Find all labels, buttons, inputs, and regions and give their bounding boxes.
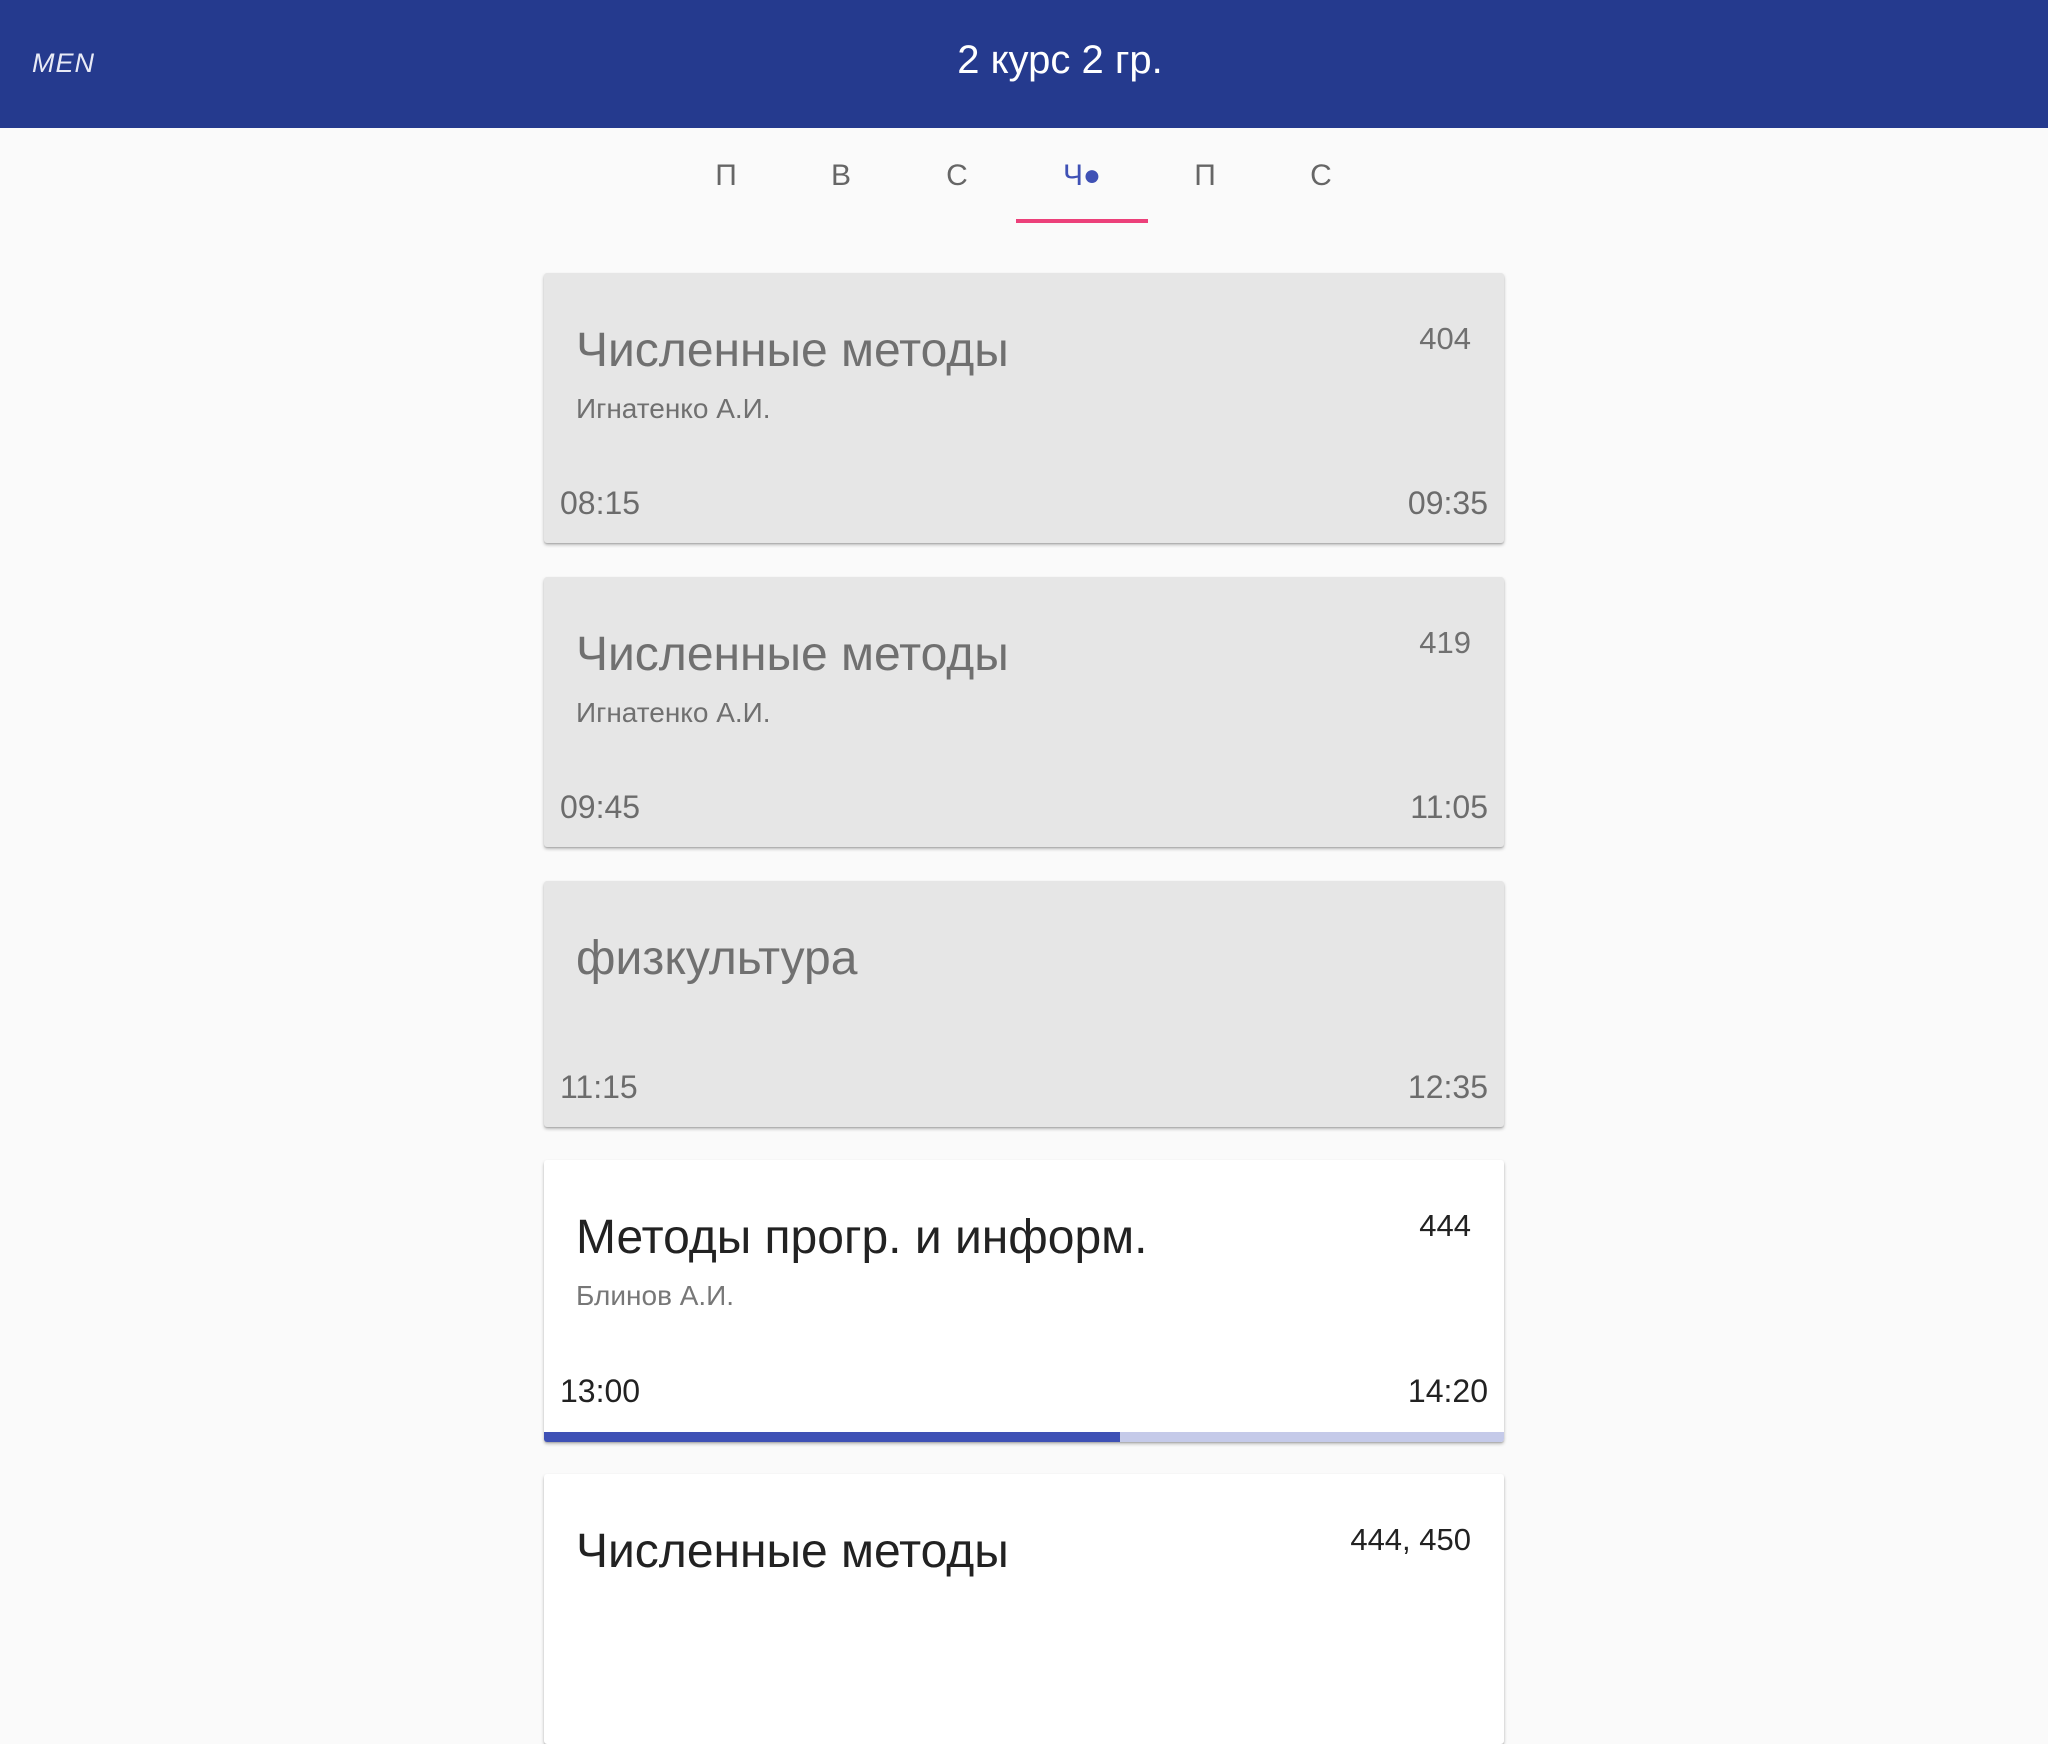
lesson-progress-bar	[544, 1432, 1504, 1442]
lesson-subject: Численные методы	[576, 1525, 1009, 1578]
lesson-card[interactable]: физкультура 11:15 12:35	[544, 881, 1504, 1127]
lesson-card[interactable]: Численные методы 444, 450	[544, 1474, 1504, 1744]
lesson-subject: Численные методы	[576, 324, 1009, 377]
lesson-room: 444	[1419, 1208, 1471, 1243]
tab-thursday[interactable]: Ч●	[1016, 128, 1148, 224]
lesson-teacher: Игнатенко А.И.	[576, 393, 771, 424]
tab-wednesday[interactable]: С	[891, 128, 1023, 224]
lesson-progress-fill	[544, 1432, 1120, 1442]
tab-tuesday[interactable]: В	[775, 128, 907, 224]
day-tabs: П В С Ч● П С	[0, 128, 2048, 224]
app-bar: MEN 2 курс 2 гр.	[0, 0, 2048, 128]
lesson-room: 419	[1419, 625, 1471, 660]
tab-saturday[interactable]: С	[1255, 128, 1387, 224]
tab-monday[interactable]: П	[660, 128, 792, 224]
lesson-teacher: Игнатенко А.И.	[576, 697, 771, 728]
lesson-start-time: 13:00	[560, 1373, 641, 1409]
lesson-card[interactable]: Численные методы 404 Игнатенко А.И. 08:1…	[544, 273, 1504, 543]
lesson-teacher: Блинов А.И.	[576, 1280, 735, 1311]
lesson-end-time: 11:05	[1410, 789, 1488, 825]
lesson-end-time: 12:35	[1407, 1069, 1488, 1105]
lesson-start-time: 11:15	[560, 1069, 638, 1105]
tab-friday[interactable]: П	[1139, 128, 1271, 224]
lesson-subject: Методы прогр. и информ.	[576, 1211, 1148, 1264]
lesson-start-time: 09:45	[560, 789, 641, 825]
page-title: 2 курс 2 гр.	[957, 38, 1163, 82]
lesson-subject: Численные методы	[576, 628, 1009, 681]
lesson-start-time: 08:15	[560, 485, 641, 521]
lesson-card-current[interactable]: Методы прогр. и информ. 444 Блинов А.И. …	[544, 1160, 1504, 1442]
lesson-subject: физкультура	[576, 932, 858, 985]
active-tab-indicator	[1016, 219, 1148, 223]
lesson-end-time: 14:20	[1407, 1373, 1488, 1409]
lesson-card[interactable]: Численные методы 419 Игнатенко А.И. 09:4…	[544, 577, 1504, 847]
lesson-end-time: 09:35	[1407, 485, 1488, 521]
lesson-room: 404	[1419, 321, 1471, 356]
lesson-room: 444, 450	[1350, 1522, 1471, 1557]
